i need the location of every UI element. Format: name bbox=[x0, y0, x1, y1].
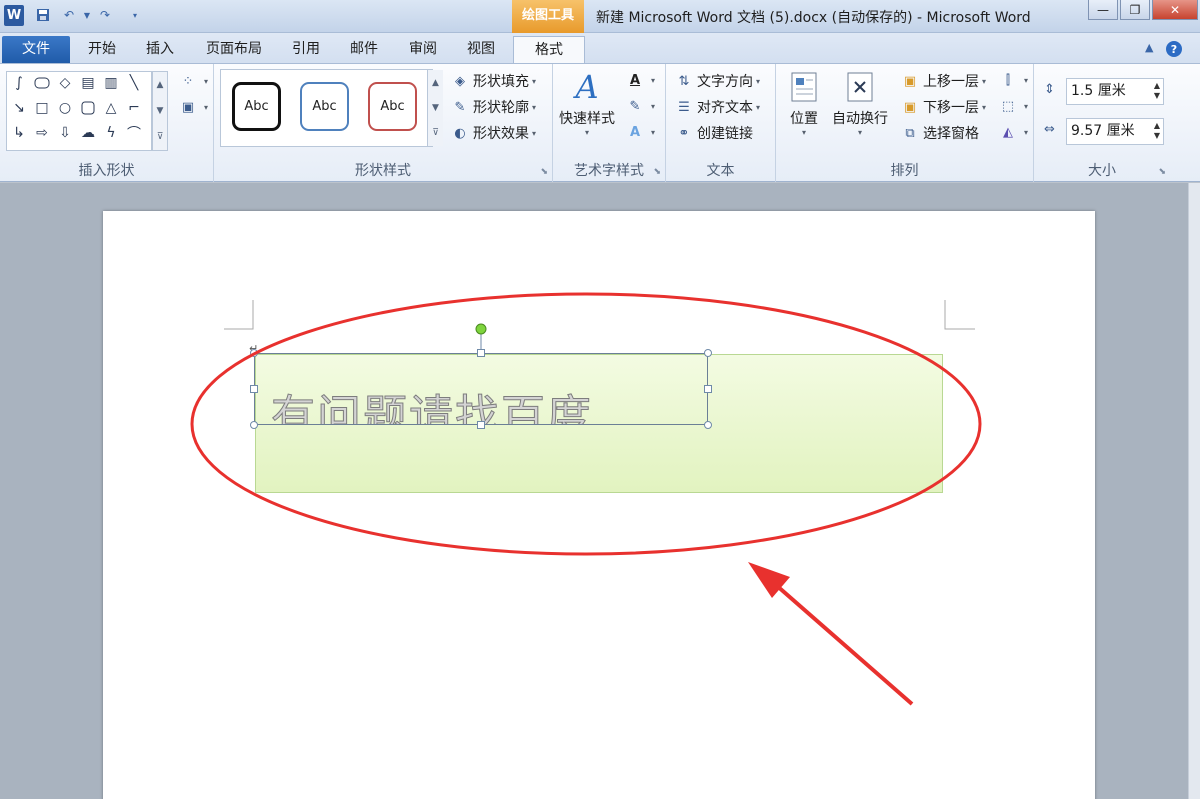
annotation-ellipse bbox=[190, 292, 982, 556]
word-window: W ↶ ▼ ↷ ▾ 绘图工具 新建 Microsoft Word 文档 (5).… bbox=[0, 0, 1200, 799]
annotation-layer bbox=[190, 292, 982, 706]
annotation-arrow-shaft bbox=[766, 576, 914, 706]
